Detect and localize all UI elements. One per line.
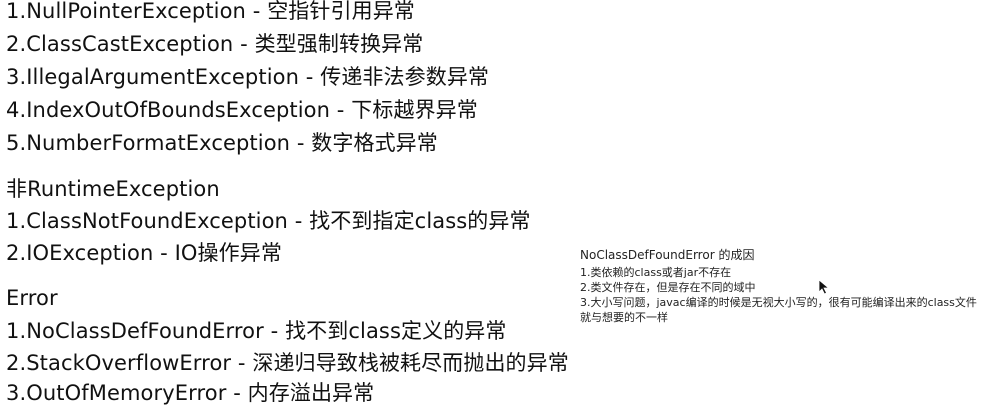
error-heading: Error (6, 286, 58, 310)
mouse-pointer-icon (818, 279, 830, 295)
runtime-exception-item: 1.NullPointerException - 空指针引用异常 (6, 0, 415, 23)
note-line: 3.大小写问题，javac编译的时候是无视大小写的，很有可能编译出来的class… (580, 296, 977, 324)
non-runtime-exception-item: 2.IOException - IO操作异常 (6, 241, 282, 265)
noclassdef-note: NoClassDefFoundError 的成因 1.类依赖的class或者ja… (580, 248, 984, 325)
error-item: 1.NoClassDefFoundError - 找不到class定义的异常 (6, 319, 507, 343)
note-line: 2.类文件存在，但是存在不同的域中 (580, 281, 756, 294)
non-runtime-exception-item: 1.ClassNotFoundException - 找不到指定class的异常 (6, 209, 531, 233)
runtime-exception-item: 5.NumberFormatException - 数字格式异常 (6, 131, 438, 155)
runtime-exception-item: 3.IllegalArgumentException - 传递非法参数异常 (6, 65, 490, 89)
error-item: 3.OutOfMemoryError - 内存溢出异常 (6, 381, 375, 405)
runtime-exception-item: 2.ClassCastException - 类型强制转换异常 (6, 32, 424, 56)
error-item: 2.StackOverflowError - 深递归导致栈被耗尽而抛出的异常 (6, 351, 569, 375)
note-line: 1.类依赖的class或者jar不存在 (580, 266, 732, 279)
note-title: NoClassDefFoundError 的成因 (580, 248, 755, 262)
runtime-exception-item: 4.IndexOutOfBoundsException - 下标越界异常 (6, 98, 478, 122)
non-runtime-heading: 非RuntimeException (6, 177, 220, 201)
